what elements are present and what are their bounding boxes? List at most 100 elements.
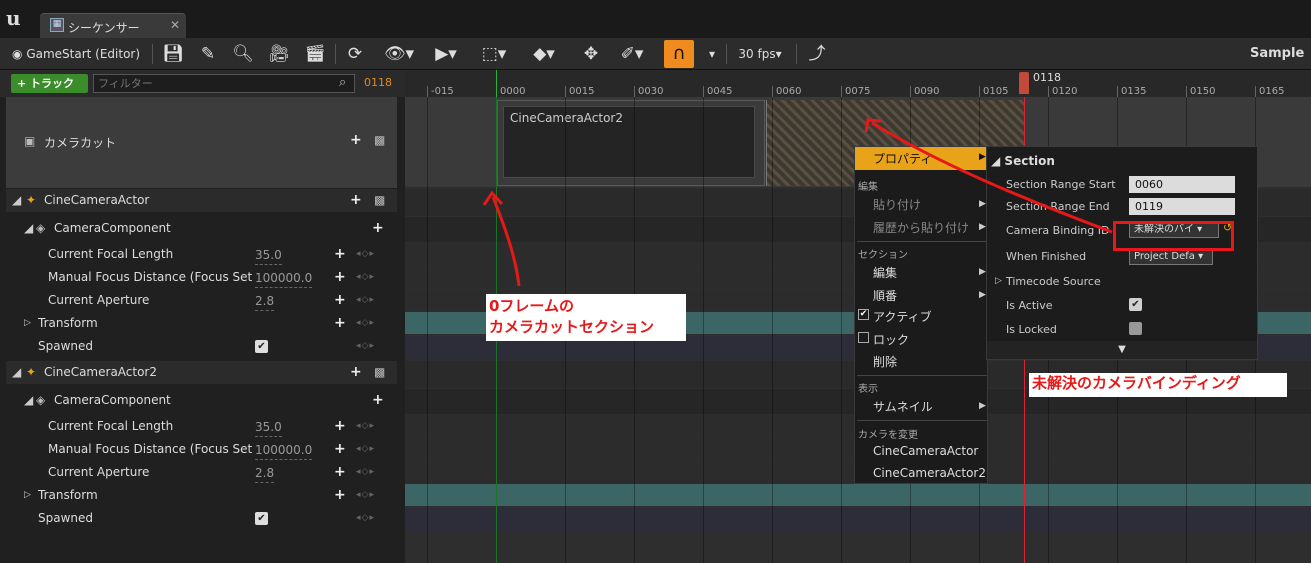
is-active-checkbox[interactable]: ✔: [1129, 298, 1142, 311]
component-track[interactable]: ◢ ◈ CameraComponent +: [6, 389, 397, 412]
actor-track-cinecameraactor2[interactable]: ◢ ✦ CineCameraActor2 + ▩: [6, 361, 397, 384]
search-icon[interactable]: 🔍︎: [230, 41, 256, 67]
play-icon[interactable]: ▶▾: [428, 41, 464, 67]
expand-arrow-icon[interactable]: ◢: [24, 217, 33, 240]
is-locked-checkbox[interactable]: [1129, 322, 1142, 335]
transform-row[interactable]: ▷ Transform + ◂◇▸: [6, 484, 397, 507]
property-row[interactable]: Manual Focus Distance (Focus Settin 1000…: [6, 438, 397, 461]
key-nav-icon[interactable]: ◂◇▸: [356, 312, 375, 335]
curve-editor-icon[interactable]: ⤴: [804, 41, 830, 67]
menu-item-lock[interactable]: ロック: [873, 331, 909, 348]
filter-input[interactable]: [93, 74, 355, 93]
add-key-icon[interactable]: +: [334, 243, 346, 266]
menu-item-thumbnail[interactable]: サムネイル: [873, 398, 933, 415]
world-selector[interactable]: ◉ GameStart (Editor) ▾: [12, 41, 144, 87]
refresh-icon[interactable]: ⟳: [342, 41, 368, 67]
spawned-row[interactable]: Spawned ✔ ◂◇▸: [6, 335, 397, 358]
property-value[interactable]: 100000.0: [255, 269, 313, 288]
collapsed-arrow-icon[interactable]: ▷: [995, 276, 1002, 286]
transform-row[interactable]: ▷ Transform + ◂◇▸: [6, 312, 397, 335]
playhead-icon[interactable]: [1019, 72, 1029, 94]
property-value[interactable]: 2.8: [255, 464, 275, 483]
lock-checkbox[interactable]: [858, 332, 869, 343]
spawned-checkbox[interactable]: ✔: [255, 340, 268, 353]
add-icon[interactable]: +: [350, 189, 362, 212]
menu-item-edit[interactable]: 編集: [873, 264, 897, 281]
menu-item-order[interactable]: 順番: [873, 287, 897, 304]
key-nav-icon[interactable]: ◂◇▸: [356, 335, 375, 358]
expand-arrow-icon[interactable]: ◢: [12, 189, 21, 212]
close-icon[interactable]: ✕: [170, 18, 180, 32]
key-nav-icon[interactable]: ◂◇▸: [356, 289, 375, 312]
key-nav-icon[interactable]: ◂◇▸: [356, 438, 375, 461]
menu-item-delete[interactable]: 削除: [873, 353, 897, 370]
add-key-icon[interactable]: +: [334, 461, 346, 484]
key-nav-icon[interactable]: ◂◇▸: [356, 507, 375, 530]
time-ruler[interactable]: -015 0000 0015 0030 0045 0060 0075 0090 0105 0120…: [405, 70, 1311, 97]
property-value[interactable]: 35.0: [255, 246, 282, 265]
add-icon[interactable]: +: [372, 217, 384, 240]
timeline-lane[interactable]: [405, 507, 1311, 532]
save-icon[interactable]: 💾︎: [160, 41, 186, 67]
chevron-down-icon[interactable]: ▾: [702, 41, 722, 67]
key-icon[interactable]: ◆▾: [526, 41, 562, 67]
key-nav-icon[interactable]: ◂◇▸: [356, 461, 375, 484]
spawned-checkbox[interactable]: ✔: [255, 512, 268, 525]
key-nav-icon[interactable]: ◂◇▸: [356, 266, 375, 289]
property-value[interactable]: 100000.0: [255, 441, 313, 460]
timeline-lane[interactable]: [405, 484, 1311, 506]
fps-selector[interactable]: 30 fps▾: [734, 41, 786, 67]
expand-arrow-icon[interactable]: ◢: [24, 389, 33, 412]
property-value[interactable]: 2.8: [255, 292, 275, 311]
camera-cut-section[interactable]: CineCameraActor2: [497, 100, 765, 186]
save-as-icon[interactable]: ✎: [195, 41, 221, 67]
menu-item-camera2[interactable]: CineCameraActor2: [873, 466, 986, 480]
collapsed-arrow-icon[interactable]: ▷: [24, 312, 31, 335]
camera-cut-track[interactable]: ▣ カメラカット + ▩: [6, 97, 397, 188]
key-nav-icon[interactable]: ◂◇▸: [356, 243, 375, 266]
camera-icon[interactable]: ▩: [374, 189, 385, 212]
component-track[interactable]: ◢ ◈ CameraComponent +: [6, 217, 397, 240]
range-start-field[interactable]: 0060: [1129, 176, 1235, 193]
render-movie-icon[interactable]: 🎬︎: [302, 41, 328, 67]
camera-icon[interactable]: ▩: [374, 361, 385, 384]
range-end-field[interactable]: 0119: [1129, 198, 1235, 215]
add-key-icon[interactable]: +: [334, 415, 346, 438]
transform-icon[interactable]: ✥: [576, 41, 606, 67]
add-icon[interactable]: +: [350, 361, 362, 384]
property-row[interactable]: Current Focal Length 35.0 + ◂◇▸: [6, 415, 397, 438]
expand-arrow-icon[interactable]: ◢: [12, 361, 21, 384]
property-value[interactable]: 35.0: [255, 418, 282, 437]
property-row[interactable]: Current Aperture 2.8 + ◂◇▸: [6, 289, 397, 312]
visibility-icon[interactable]: 👁︎▾: [378, 41, 420, 67]
spawned-row[interactable]: Spawned ✔ ◂◇▸: [6, 507, 397, 530]
snap-magnet-icon[interactable]: ∩: [664, 40, 694, 68]
add-key-icon[interactable]: +: [334, 289, 346, 312]
expand-more-icon[interactable]: ▼: [987, 341, 1257, 359]
add-icon[interactable]: +: [372, 389, 384, 412]
add-icon[interactable]: +: [350, 132, 362, 148]
menu-item-paste-history[interactable]: 履歴から貼り付け: [873, 219, 969, 236]
tab-sequencer[interactable]: ▦ シーケンサー ✕: [40, 13, 186, 38]
pencil-icon[interactable]: ✐▾: [614, 41, 650, 67]
menu-item-properties[interactable]: プロパティ ▶: [855, 147, 988, 170]
add-track-button[interactable]: + トラック: [11, 74, 88, 93]
property-row[interactable]: Manual Focus Distance (Focus Settin 1000…: [6, 266, 397, 289]
menu-item-camera1[interactable]: CineCameraActor: [873, 444, 978, 458]
actor-track-cinecameraactor[interactable]: ◢ ✦ CineCameraActor + ▩: [6, 189, 397, 212]
collapsed-arrow-icon[interactable]: ▷: [24, 484, 31, 507]
add-key-icon[interactable]: +: [334, 266, 346, 289]
menu-item-paste[interactable]: 貼り付け: [873, 196, 921, 213]
menu-item-active[interactable]: アクティブ: [873, 308, 932, 325]
key-nav-icon[interactable]: ◂◇▸: [356, 415, 375, 438]
camera-icon[interactable]: ▩: [374, 133, 385, 147]
camera-icon[interactable]: 🎥︎: [266, 41, 292, 67]
section-header[interactable]: ◢ Section: [991, 154, 1055, 168]
add-key-icon[interactable]: +: [334, 484, 346, 507]
add-key-icon[interactable]: +: [334, 312, 346, 335]
active-checkbox[interactable]: ✔: [858, 309, 869, 320]
add-key-icon[interactable]: +: [334, 438, 346, 461]
selection-icon[interactable]: ⬚▾: [476, 41, 512, 67]
key-nav-icon[interactable]: ◂◇▸: [356, 484, 375, 507]
property-row[interactable]: Current Aperture 2.8 + ◂◇▸: [6, 461, 397, 484]
